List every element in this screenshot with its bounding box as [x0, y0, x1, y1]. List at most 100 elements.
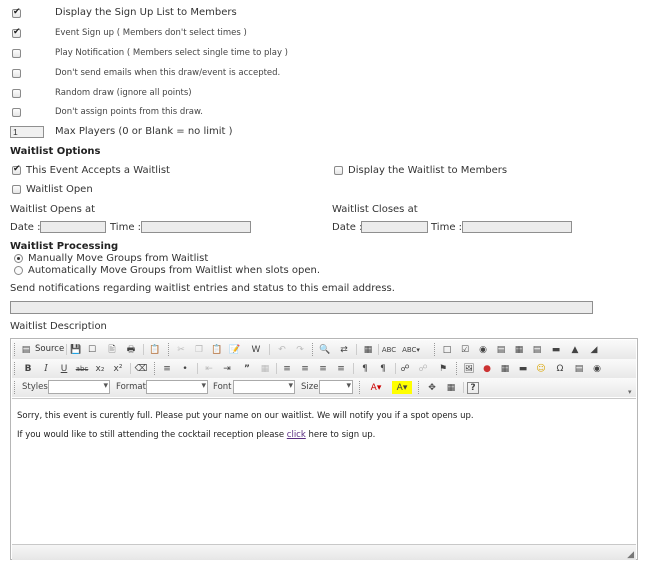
- align-left-icon[interactable]: ≡: [280, 362, 294, 375]
- smiley-icon[interactable]: ☺: [534, 362, 548, 375]
- image-icon[interactable]: 🖼: [462, 362, 476, 375]
- paragraph-2-text-before: If you would like to still attending the…: [17, 430, 287, 440]
- source-button[interactable]: Source: [35, 344, 64, 354]
- event-signup-checkbox[interactable]: [12, 27, 21, 38]
- justify-icon[interactable]: ≡: [334, 362, 348, 375]
- opens-date-input[interactable]: [40, 221, 106, 233]
- manual-move-radio[interactable]: [14, 254, 23, 263]
- closes-time-input[interactable]: [462, 221, 572, 233]
- div-icon[interactable]: ▦: [258, 362, 272, 375]
- format-dropdown[interactable]: [146, 380, 208, 394]
- no-emails-label: Don't send emails when this draw/event i…: [55, 68, 281, 78]
- rtl-icon[interactable]: ¶: [376, 362, 390, 375]
- styles-dropdown[interactable]: [48, 380, 110, 394]
- save-icon[interactable]: 💾: [69, 343, 83, 356]
- outdent-icon[interactable]: ⇤: [202, 362, 216, 375]
- toolbar-row-3: Styles Format Font Size A▾ A▾ ✥ ▦ ?: [12, 378, 636, 397]
- size-dropdown[interactable]: [319, 380, 353, 394]
- preview-icon[interactable]: 🖹: [105, 343, 119, 356]
- italic-icon[interactable]: I: [39, 362, 53, 375]
- waitlist-options-heading: Waitlist Options: [10, 146, 101, 157]
- font-dropdown[interactable]: [233, 380, 295, 394]
- templates-icon[interactable]: 📋: [148, 343, 162, 356]
- flash-icon[interactable]: ●: [480, 362, 494, 375]
- rich-text-editor[interactable]: ▤ Source 💾 ☐ 🖹 🖶 📋 ✂ ❐ 📋 📝 W ↶ ↷ 🔍 ⇄ ▦ A…: [10, 338, 638, 560]
- link-icon[interactable]: ☍: [398, 362, 412, 375]
- table-icon[interactable]: ▦: [498, 362, 512, 375]
- maximize-icon[interactable]: ✥: [425, 381, 439, 394]
- resize-handle-icon[interactable]: ◢: [627, 550, 634, 560]
- button-icon[interactable]: ▬: [549, 343, 563, 356]
- strike-icon[interactable]: abc: [75, 362, 89, 375]
- max-players-input[interactable]: [10, 126, 44, 138]
- waitlist-closes-label: Waitlist Closes at: [332, 204, 418, 215]
- select-all-icon[interactable]: ▦: [361, 343, 375, 356]
- show-blocks-icon[interactable]: ▦: [444, 381, 458, 394]
- text-color-icon[interactable]: A▾: [366, 381, 386, 394]
- textarea-icon[interactable]: ▦: [512, 343, 526, 356]
- display-waitlist-checkbox[interactable]: [334, 166, 343, 175]
- notification-email-input[interactable]: [10, 301, 593, 314]
- undo-icon[interactable]: ↶: [275, 343, 289, 356]
- bulleted-list-icon[interactable]: •: [178, 362, 192, 375]
- replace-icon[interactable]: ⇄: [337, 343, 351, 356]
- play-notification-checkbox[interactable]: [12, 49, 21, 58]
- indent-icon[interactable]: ⇥: [220, 362, 234, 375]
- paragraph-2-text-after: here to sign up.: [305, 430, 376, 440]
- waitlist-open-checkbox[interactable]: [12, 185, 21, 194]
- opens-time-input[interactable]: [141, 221, 251, 233]
- paste-icon[interactable]: 📋: [210, 343, 224, 356]
- underline-icon[interactable]: U: [57, 362, 71, 375]
- subscript-icon[interactable]: x₂: [93, 362, 107, 375]
- cut-icon[interactable]: ✂: [174, 343, 188, 356]
- source-icon[interactable]: ▤: [19, 343, 33, 356]
- paste-word-icon[interactable]: W: [249, 343, 263, 356]
- page-break-icon[interactable]: ▤: [572, 362, 586, 375]
- unlink-icon[interactable]: ☍: [416, 362, 430, 375]
- blockquote-icon[interactable]: ”: [240, 362, 254, 375]
- image-button-icon[interactable]: ▲: [568, 343, 582, 356]
- collapse-toolbar-icon[interactable]: ▾: [628, 388, 632, 396]
- numbered-list-icon[interactable]: ≡: [160, 362, 174, 375]
- manual-move-label: Manually Move Groups from Waitlist: [28, 253, 209, 264]
- no-emails-checkbox[interactable]: [12, 69, 21, 78]
- no-points-checkbox[interactable]: [12, 108, 21, 117]
- align-right-icon[interactable]: ≡: [316, 362, 330, 375]
- ltr-icon[interactable]: ¶: [358, 362, 372, 375]
- display-signup-label: Display the Sign Up List to Members: [55, 7, 237, 18]
- horizontal-rule-icon[interactable]: ▬: [516, 362, 530, 375]
- copy-icon[interactable]: ❐: [192, 343, 206, 356]
- editor-content[interactable]: Sorry, this event is curently full. Plea…: [12, 398, 636, 551]
- radio-icon[interactable]: ◉: [476, 343, 490, 356]
- spell-as-you-type-icon[interactable]: ABC▾: [402, 343, 420, 356]
- display-waitlist-label: Display the Waitlist to Members: [348, 165, 508, 176]
- bg-color-icon[interactable]: A▾: [392, 381, 412, 394]
- accepts-waitlist-checkbox[interactable]: [12, 164, 21, 175]
- spellcheck-icon[interactable]: ABC: [382, 343, 396, 356]
- closes-date-input[interactable]: [361, 221, 428, 233]
- iframe-icon[interactable]: ◉: [590, 362, 604, 375]
- paste-text-icon[interactable]: 📝: [228, 343, 242, 356]
- bold-icon[interactable]: B: [21, 362, 35, 375]
- remove-format-icon[interactable]: ⌫: [134, 362, 148, 375]
- find-icon[interactable]: 🔍: [318, 343, 332, 356]
- accepts-waitlist-label: This Event Accepts a Waitlist: [26, 165, 170, 176]
- about-icon[interactable]: ?: [467, 382, 479, 394]
- select-icon[interactable]: ▤: [530, 343, 544, 356]
- signup-link[interactable]: click: [287, 430, 306, 440]
- align-center-icon[interactable]: ≡: [298, 362, 312, 375]
- textfield-icon[interactable]: ▤: [494, 343, 508, 356]
- new-page-icon[interactable]: ☐: [85, 343, 99, 356]
- hidden-field-icon[interactable]: ◢: [587, 343, 601, 356]
- special-char-icon[interactable]: Ω: [553, 362, 567, 375]
- closes-date-label: Date :: [332, 222, 363, 233]
- display-signup-checkbox[interactable]: [12, 7, 21, 18]
- anchor-icon[interactable]: ⚑: [436, 362, 450, 375]
- superscript-icon[interactable]: x²: [111, 362, 125, 375]
- checkbox-icon[interactable]: ☑: [458, 343, 472, 356]
- auto-move-radio[interactable]: [14, 266, 23, 275]
- redo-icon[interactable]: ↷: [293, 343, 307, 356]
- form-icon[interactable]: □: [440, 343, 454, 356]
- random-draw-checkbox[interactable]: [12, 89, 21, 98]
- print-icon[interactable]: 🖶: [124, 343, 138, 356]
